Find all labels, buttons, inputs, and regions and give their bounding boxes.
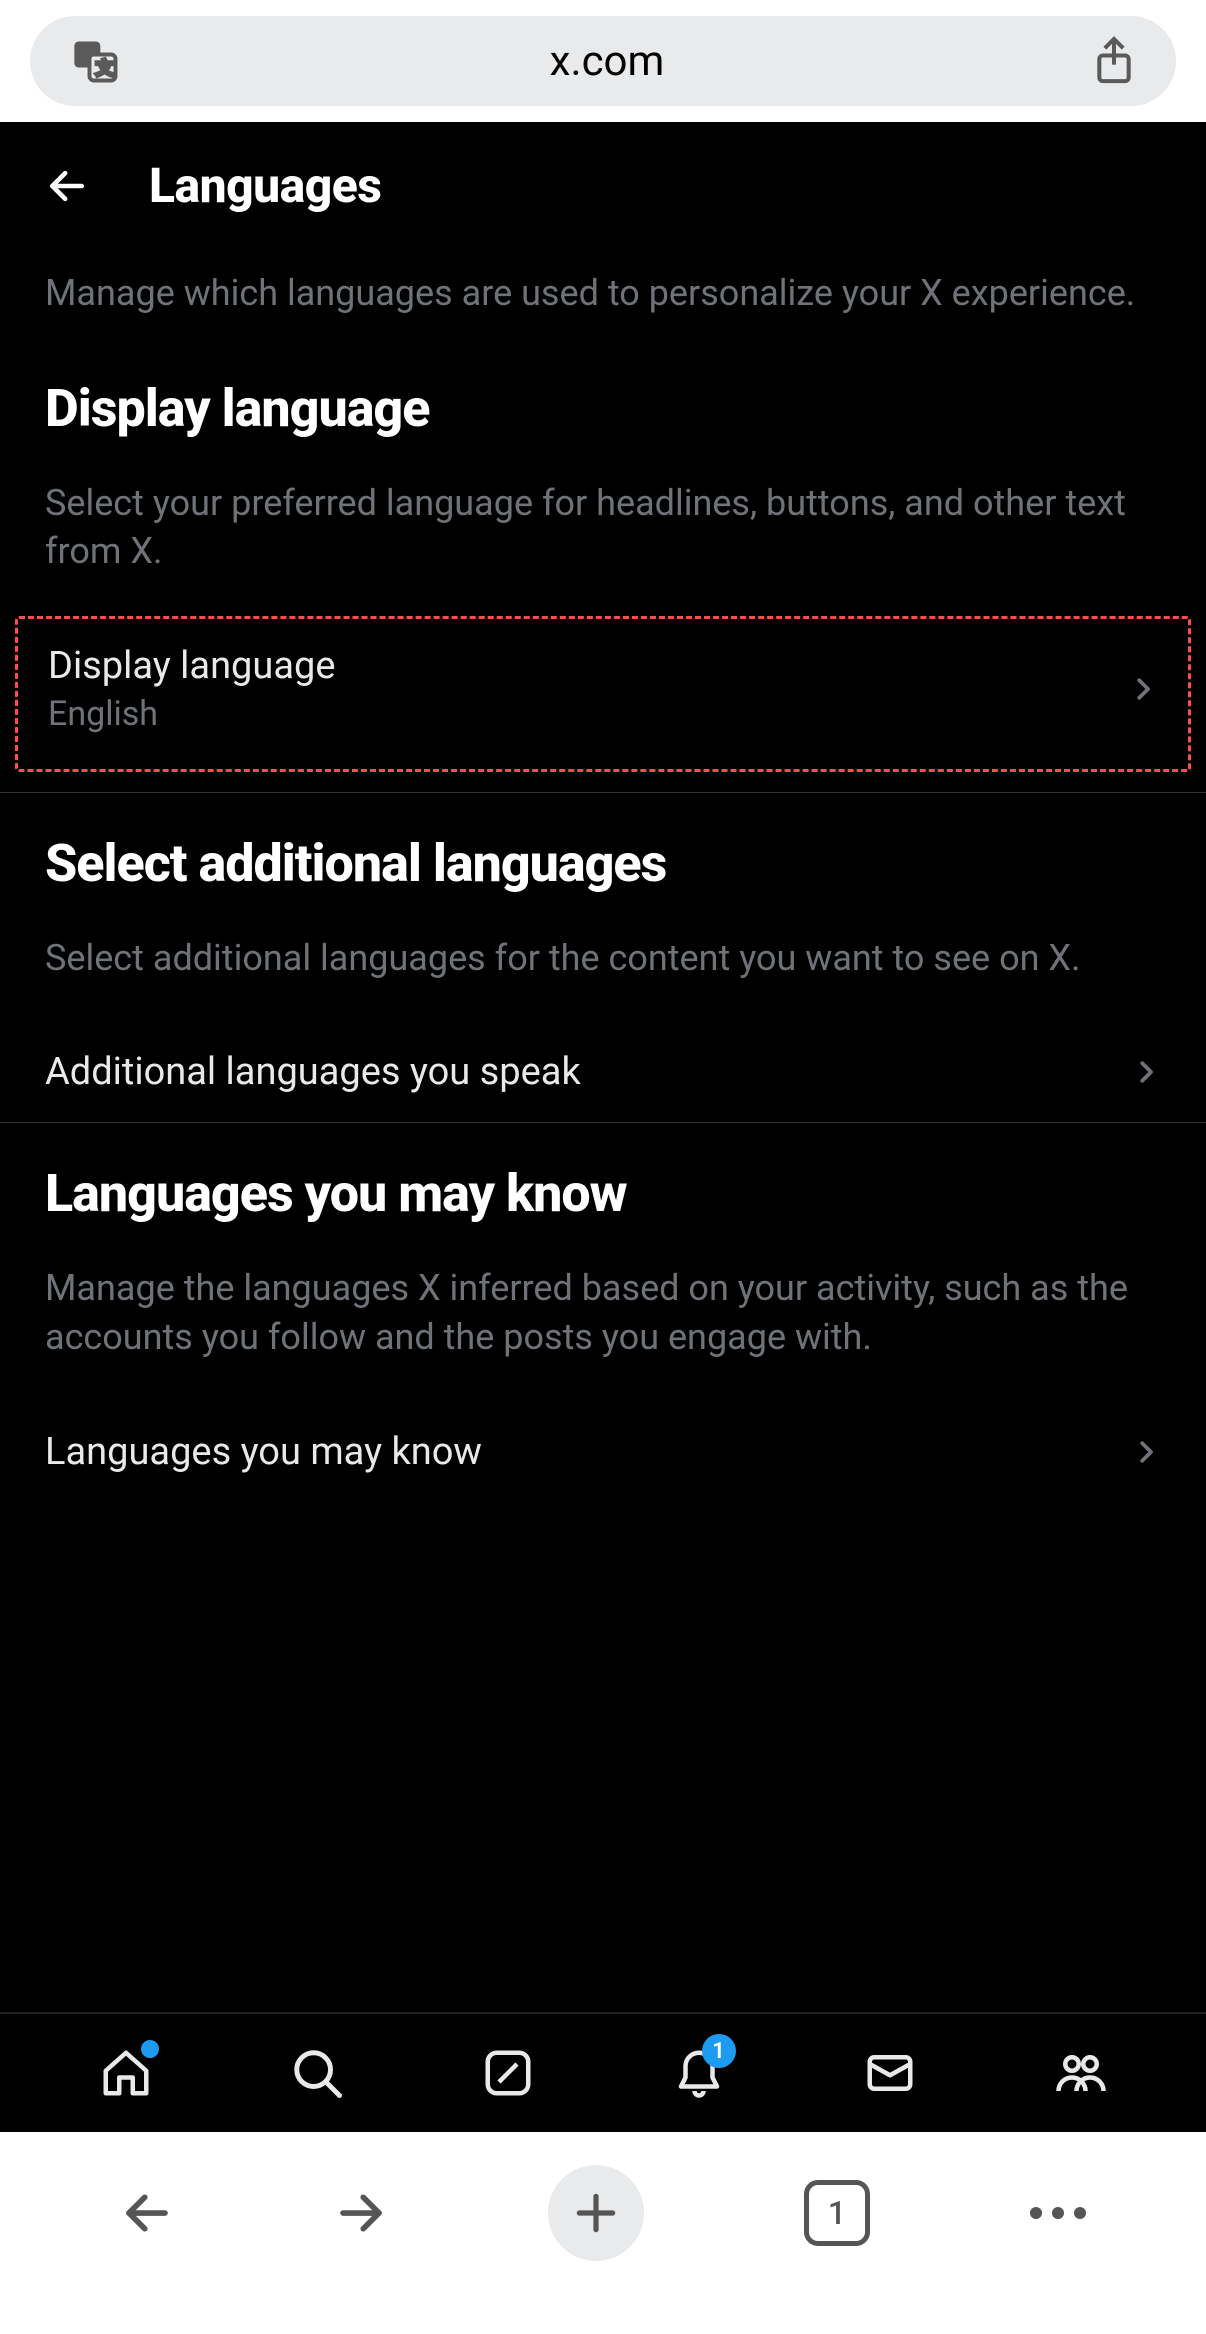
section-title-display-language: Display language (45, 378, 1161, 439)
section-desc-display-language: Select your preferred language for headl… (45, 479, 1161, 576)
notification-badge: 1 (702, 2034, 736, 2068)
section-title-additional: Select additional languages (45, 833, 1161, 894)
display-language-value: English (48, 694, 336, 734)
page-header: Languages (0, 122, 1206, 239)
display-language-row[interactable]: Display language English (48, 644, 1158, 734)
section-desc-additional: Select additional languages for the cont… (45, 934, 1161, 983)
browser-top-bar: G 文 x.com (0, 0, 1206, 122)
translate-icon[interactable]: G 文 (70, 35, 122, 87)
additional-languages-row[interactable]: Additional languages you speak (45, 1022, 1161, 1122)
chevron-right-icon (1128, 674, 1158, 704)
nav-home[interactable] (99, 2046, 153, 2100)
url-text: x.com (122, 37, 1092, 86)
page-description: Manage which languages are used to perso… (45, 269, 1161, 318)
languages-you-may-know-label: Languages you may know (45, 1430, 482, 1474)
browser-forward-button[interactable] (334, 2186, 388, 2240)
back-button[interactable] (45, 164, 89, 208)
nav-search[interactable] (290, 2046, 344, 2100)
browser-back-button[interactable] (120, 2186, 174, 2240)
nav-notifications[interactable]: 1 (672, 2046, 726, 2100)
chevron-right-icon (1131, 1437, 1161, 1467)
page-title: Languages (149, 157, 381, 214)
app-container: Languages Manage which languages are use… (0, 122, 1206, 2132)
section-desc-inferred: Manage the languages X inferred based on… (45, 1264, 1161, 1361)
languages-you-may-know-row[interactable]: Languages you may know (45, 1402, 1161, 1502)
browser-new-tab-button[interactable] (548, 2165, 644, 2261)
share-icon[interactable] (1092, 35, 1136, 87)
page-content: Manage which languages are used to perso… (0, 239, 1206, 2012)
browser-menu-button[interactable] (1030, 2207, 1086, 2219)
chevron-right-icon (1131, 1057, 1161, 1087)
nav-communities[interactable] (1054, 2046, 1108, 2100)
svg-text:文: 文 (96, 58, 114, 79)
browser-bottom-toolbar: 1 (0, 2132, 1206, 2334)
additional-languages-label: Additional languages you speak (45, 1050, 581, 1094)
tab-count: 1 (828, 2194, 846, 2232)
nav-compose[interactable] (481, 2046, 535, 2100)
bottom-nav: 1 (0, 2012, 1206, 2132)
section-title-inferred: Languages you may know (45, 1163, 1161, 1224)
browser-tabs-button[interactable]: 1 (804, 2180, 870, 2246)
url-bar[interactable]: G 文 x.com (30, 16, 1176, 106)
display-language-label: Display language (48, 644, 336, 688)
home-indicator-dot (141, 2040, 159, 2058)
highlighted-setting: Display language English (15, 616, 1191, 772)
nav-messages[interactable] (863, 2046, 917, 2100)
